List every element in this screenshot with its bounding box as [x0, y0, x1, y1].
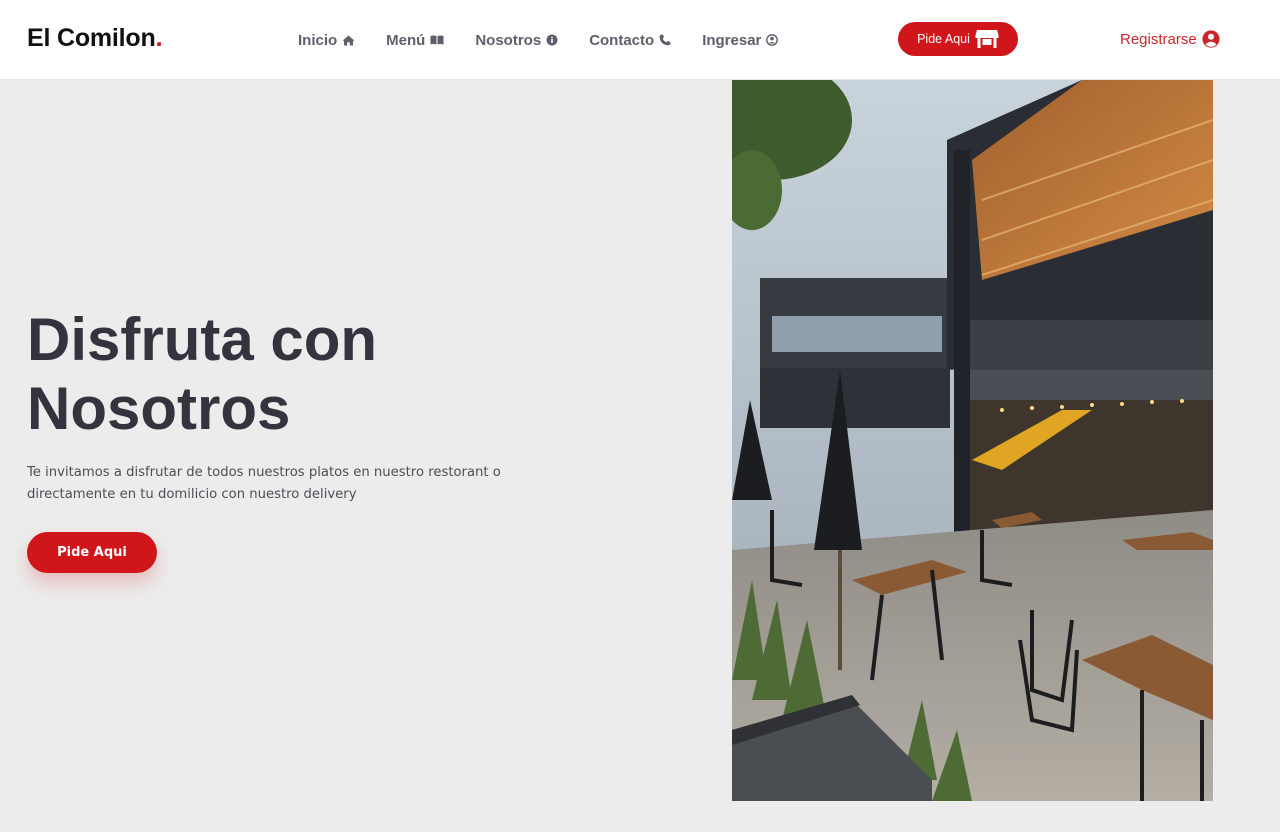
brand-dot: .: [155, 24, 163, 52]
nav-item-contacto[interactable]: Contacto: [589, 30, 671, 50]
nav-item-ingresar[interactable]: Ingresar: [702, 30, 779, 50]
nav-item-inicio[interactable]: Inicio: [298, 30, 355, 50]
nav-item-label: Menú: [386, 31, 426, 49]
book-icon: [430, 35, 444, 45]
order-button[interactable]: Pide Aqui: [898, 22, 1018, 56]
hero-title-line1: Disfruta con: [27, 306, 378, 373]
nav-item-label: Contacto: [589, 31, 655, 49]
brand-name: El Comilon: [27, 24, 156, 52]
user-circle-icon: [766, 34, 779, 46]
nav-item-label: Ingresar: [702, 31, 762, 49]
hero-description: Te invitamos a disfrutar de todos nuestr…: [27, 465, 501, 502]
hero-order-button[interactable]: Pide Aqui: [27, 532, 157, 573]
main-nav: Inicio Menú Nosotros Contacto Ingresar: [298, 30, 809, 50]
nav-item-label: Inicio: [298, 31, 338, 49]
store-icon: [975, 30, 999, 48]
hero-title-line2: Nosotros: [27, 375, 291, 442]
home-icon: [342, 35, 355, 45]
navbar: El Comilon. Inicio Menú Nosotros Contact…: [0, 0, 1280, 80]
nav-item-menu[interactable]: Menú: [386, 30, 444, 50]
nav-item-nosotros[interactable]: Nosotros: [475, 30, 558, 50]
phone-icon: [659, 34, 671, 46]
user-icon: [1202, 30, 1220, 48]
restaurant-photo: [732, 80, 1213, 801]
register-label: Registrarse: [1120, 30, 1197, 48]
info-icon: [546, 34, 558, 46]
hero-title: Disfruta con Nosotros: [27, 305, 377, 443]
nav-item-label: Nosotros: [475, 31, 542, 49]
order-button-label: Pide Aqui: [917, 32, 970, 46]
register-link[interactable]: Registrarse: [1120, 30, 1220, 48]
brand-logo[interactable]: El Comilon.: [27, 24, 163, 53]
